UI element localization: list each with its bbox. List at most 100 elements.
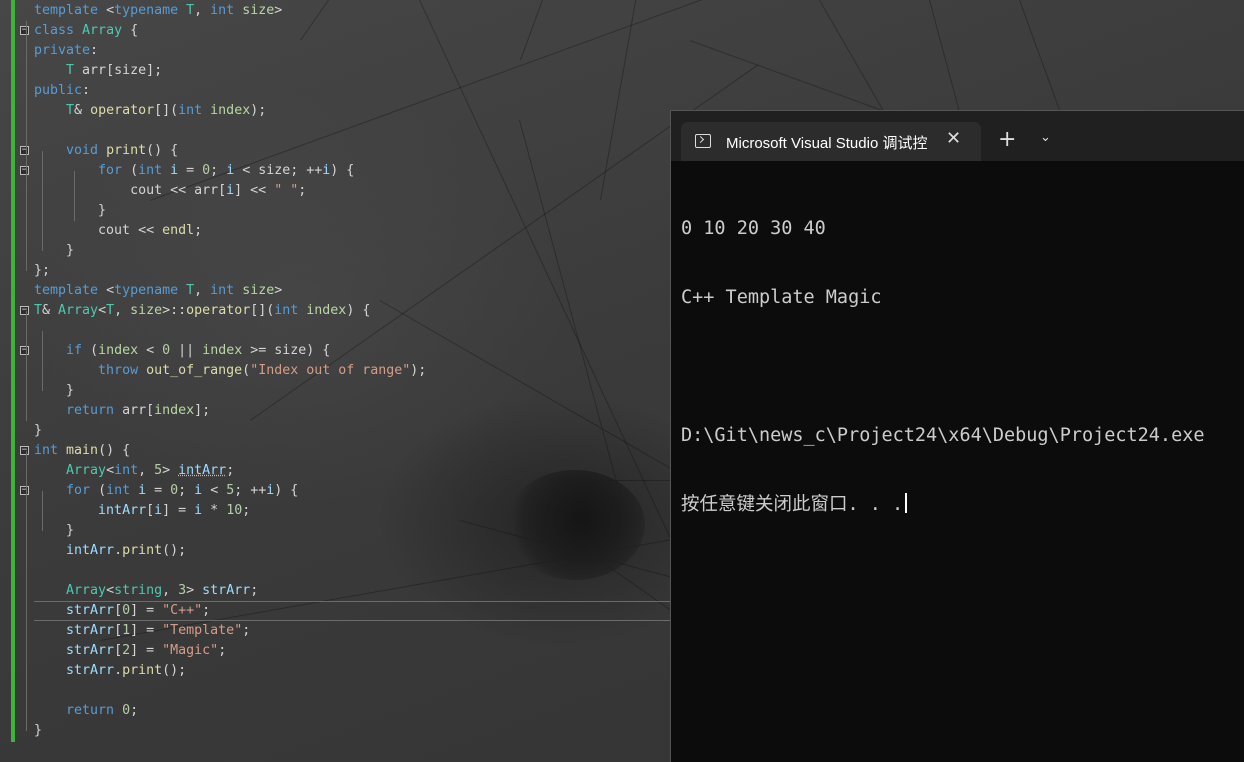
code-line[interactable]: T& operator[](int index); [0,101,670,121]
code-token: intArr [178,463,227,478]
new-tab-button[interactable]: + [998,128,1016,152]
console-titlebar: Microsoft Visual Studio 调试控 ✕ + ⌄ [671,111,1244,161]
code-line[interactable]: intArr[i] = i * 10; [0,501,670,521]
fold-toggle-icon[interactable]: − [20,346,29,355]
chevron-down-icon[interactable]: ⌄ [1040,130,1051,145]
console-tab[interactable]: Microsoft Visual Studio 调试控 ✕ [681,122,981,161]
code-token: intArr [66,543,115,558]
code-line[interactable]: cout << arr[i] << " "; [0,181,670,201]
code-line[interactable]: } [0,421,670,441]
console-tab-title: Microsoft Visual Studio 调试控 [726,135,928,152]
code-token: template [34,3,107,18]
code-line[interactable]: private: [0,41,670,61]
code-token: () { [146,143,179,158]
code-token: < [106,463,115,478]
code-line[interactable]: − for (int i = 0; i < size; ++i) { [0,161,670,181]
code-token: , [114,303,131,318]
code-line[interactable] [0,121,670,141]
fold-toggle-icon[interactable]: − [20,306,29,315]
code-line[interactable]: Array<string, 3> strArr; [0,581,670,601]
code-line[interactable] [0,321,670,341]
code-line[interactable]: } [0,241,670,261]
code-line[interactable]: throw out_of_range("Index out of range")… [0,361,670,381]
code-line[interactable]: strArr.print(); [0,661,670,681]
indent-guide [26,21,27,271]
output-line: C++ Template Magic [681,287,882,308]
code-line[interactable]: template <typename T, int size> [0,1,670,21]
code-line[interactable]: return 0; [0,701,670,721]
code-token: int [210,3,243,18]
code-line[interactable]: } [0,381,670,401]
code-token: cout << [34,223,163,238]
code-token: } [34,523,75,538]
code-token: strArr [66,643,115,658]
code-line[interactable]: − if (index < 0 || index >= size) { [0,341,670,361]
code-token: >= size) { [250,343,331,358]
code-token: ; [178,483,195,498]
code-text: void print() { [34,141,178,161]
code-line[interactable]: − T& Array<T, size>::operator[](int index… [0,301,670,321]
fold-toggle-icon[interactable]: − [20,26,29,35]
code-line[interactable]: } [0,521,670,541]
code-line[interactable]: − int main() { [0,441,670,461]
code-token: " " [274,183,299,198]
code-token: > [274,283,283,298]
code-token: i [170,163,187,178]
code-text: } [34,521,74,541]
code-token: T [186,3,195,18]
code-line[interactable]: return arr[index]; [0,401,670,421]
code-token: if [66,343,91,358]
fold-toggle-icon[interactable]: − [20,446,29,455]
code-token: < [106,3,115,18]
code-line[interactable]: public: [0,81,670,101]
code-text: strArr[1] = "Template"; [34,621,250,641]
code-token: ) { [274,483,299,498]
code-token: i [194,483,211,498]
code-text: template <typename T, int size> [34,281,282,301]
code-token: index [154,403,195,418]
code-line[interactable] [0,561,670,581]
fold-toggle-icon[interactable]: − [20,146,29,155]
code-token: int [114,463,139,478]
code-text: T& Array<T, size>::operator[](int index)… [34,301,370,321]
code-text: class Array { [34,21,138,41]
code-line[interactable]: }; [0,261,670,281]
code-line[interactable]: − for (int i = 0; i < 5; ++i) { [0,481,670,501]
code-text: Array<int, 5> intArr; [34,461,234,481]
code-line[interactable]: intArr.print(); [0,541,670,561]
fold-toggle-icon[interactable]: − [20,166,29,175]
code-token: arr[size]; [82,63,163,78]
code-token: operator [90,103,155,118]
code-line[interactable]: strArr[2] = "Magic"; [0,641,670,661]
code-token: typename [114,283,187,298]
code-text: return arr[index]; [34,401,210,421]
code-line[interactable]: − class Array { [0,21,670,41]
code-text: } [34,241,74,261]
code-line[interactable]: Array<int, 5> intArr; [0,461,670,481]
code-line[interactable]: T arr[size]; [0,61,670,81]
code-area[interactable]: template <typename T, int size> − class Ar… [0,1,670,741]
code-token: class [34,23,83,38]
code-token: i [138,483,155,498]
code-line[interactable]: } [0,201,670,221]
code-line[interactable] [0,681,670,701]
code-line[interactable]: strArr[1] = "Template"; [0,621,670,641]
code-line[interactable]: cout << endl; [0,221,670,241]
close-tab-icon[interactable]: ✕ [946,128,961,149]
console-output[interactable]: 0 10 20 30 40 C++ Template Magic D:\Git\… [681,171,1244,562]
code-line[interactable]: − void print() { [0,141,670,161]
fold-toggle-icon[interactable]: − [20,486,29,495]
code-token: ( [90,343,99,358]
code-text: T arr[size]; [34,61,162,81]
code-line[interactable]: } [0,721,670,741]
code-token: { [130,23,139,38]
console-window[interactable]: Microsoft Visual Studio 调试控 ✕ + ⌄ 0 10 2… [670,110,1244,762]
code-token: >:: [162,303,187,318]
code-token: private [34,43,91,58]
code-token: ; [210,163,227,178]
code-line[interactable]: template <typename T, int size> [0,281,670,301]
